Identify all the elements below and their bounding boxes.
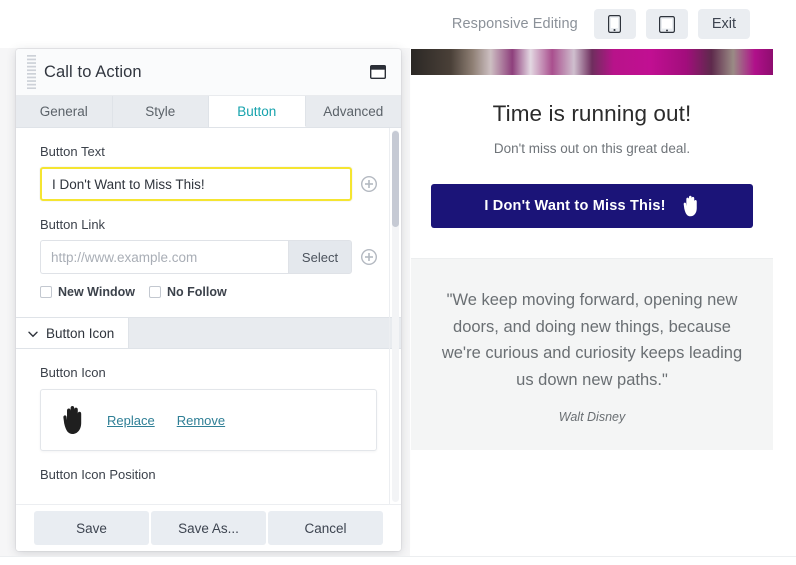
button-link-field-group: Button Link Select New Window	[16, 217, 401, 299]
panel-header: Call to Action	[16, 49, 401, 96]
cta-button-label: I Don't Want to Miss This!	[484, 198, 666, 214]
save-as-button[interactable]: Save As...	[151, 511, 266, 545]
button-link-row: Select	[40, 240, 378, 274]
link-select-label: Select	[301, 249, 339, 265]
button-link-label: Button Link	[40, 217, 106, 232]
no-follow-label: No Follow	[166, 285, 227, 299]
plus-circle-icon[interactable]	[360, 248, 378, 266]
responsive-editing-toolbar: Responsive Editing Exit	[0, 0, 796, 48]
exit-button-label: Exit	[711, 16, 736, 32]
button-icon-section-label: Button Icon	[46, 325, 115, 341]
replace-icon-link[interactable]: Replace	[107, 413, 155, 428]
chevron-down-icon	[28, 326, 38, 341]
tab-general-label: General	[39, 104, 88, 119]
button-icon-label: Button Icon	[40, 365, 106, 380]
remove-icon-link[interactable]: Remove	[177, 413, 225, 428]
hand-icon	[680, 195, 700, 217]
button-text-row	[40, 167, 378, 201]
panel-scroll-divider	[389, 128, 390, 504]
restore-window-icon[interactable]	[367, 61, 389, 83]
drag-grip-icon[interactable]	[22, 52, 40, 92]
cancel-button[interactable]: Cancel	[268, 511, 383, 545]
tab-button-label: Button	[237, 103, 277, 119]
new-window-checkbox-box	[40, 286, 52, 298]
button-text-label: Button Text	[40, 144, 105, 159]
tab-general[interactable]: General	[16, 96, 113, 127]
tab-button[interactable]: Button	[209, 96, 306, 127]
hand-icon	[59, 405, 85, 435]
tab-advanced[interactable]: Advanced	[306, 96, 402, 127]
preview-subheading: Don't miss out on this great deal.	[493, 141, 691, 156]
plus-circle-icon[interactable]	[360, 175, 378, 193]
button-icon-section-bar: Button Icon	[16, 317, 401, 349]
quote-author: Walt Disney	[558, 409, 626, 424]
tab-advanced-label: Advanced	[323, 104, 384, 119]
mobile-view-button[interactable]	[593, 9, 636, 39]
button-icon-position-label: Button Icon Position	[40, 467, 156, 482]
button-icon-field-group: Button Icon Replace Remove Button Icon P…	[16, 365, 401, 482]
button-text-field-group: Button Text	[16, 144, 401, 201]
hero-image	[411, 49, 773, 75]
no-follow-checkbox[interactable]: No Follow	[148, 285, 227, 299]
call-to-action-settings-panel: Call to Action General Style Button Adva…	[16, 49, 401, 551]
panel-tabs: General Style Button Advanced	[16, 96, 401, 128]
quote-text: "We keep moving forward, opening new doo…	[441, 291, 743, 390]
new-window-checkbox[interactable]: New Window	[40, 285, 135, 299]
panel-body: Button Text Button Link Select	[16, 128, 401, 504]
exit-button[interactable]: Exit	[697, 9, 750, 39]
button-link-input[interactable]	[40, 240, 288, 274]
button-text-input[interactable]	[40, 167, 352, 201]
cancel-button-label: Cancel	[304, 520, 347, 536]
cta-wrapper: I Don't Want to Miss This!	[411, 184, 773, 258]
quote-section: "We keep moving forward, opening new doo…	[411, 258, 773, 450]
new-window-label: New Window	[58, 285, 135, 299]
preview-content: Time is running out! Don't miss out on t…	[411, 75, 773, 258]
save-button[interactable]: Save	[34, 511, 149, 545]
page-bottom-strip	[0, 556, 796, 565]
panel-footer: Save Save As... Cancel	[16, 504, 401, 551]
cta-button[interactable]: I Don't Want to Miss This!	[431, 184, 753, 228]
tablet-icon	[658, 15, 675, 33]
tablet-view-button[interactable]	[645, 9, 688, 39]
button-icon-preview-box: Replace Remove	[40, 389, 377, 451]
link-select-button[interactable]: Select	[288, 240, 352, 274]
no-follow-checkbox-box	[148, 286, 161, 298]
link-options: New Window No Follow	[40, 285, 377, 299]
tab-style-label: Style	[145, 104, 176, 119]
tab-style[interactable]: Style	[113, 96, 209, 127]
preview-heading: Time is running out!	[492, 101, 692, 126]
page-title: Call to Action	[44, 62, 142, 81]
save-button-label: Save	[76, 520, 107, 536]
responsive-editing-label: Responsive Editing	[451, 16, 578, 32]
mobile-icon	[608, 15, 622, 33]
panel-scrollbar-thumb[interactable]	[392, 131, 399, 227]
save-as-button-label: Save As...	[178, 520, 239, 536]
button-icon-section-toggle[interactable]: Button Icon	[16, 318, 130, 348]
live-preview: Time is running out! Don't miss out on t…	[411, 49, 773, 556]
